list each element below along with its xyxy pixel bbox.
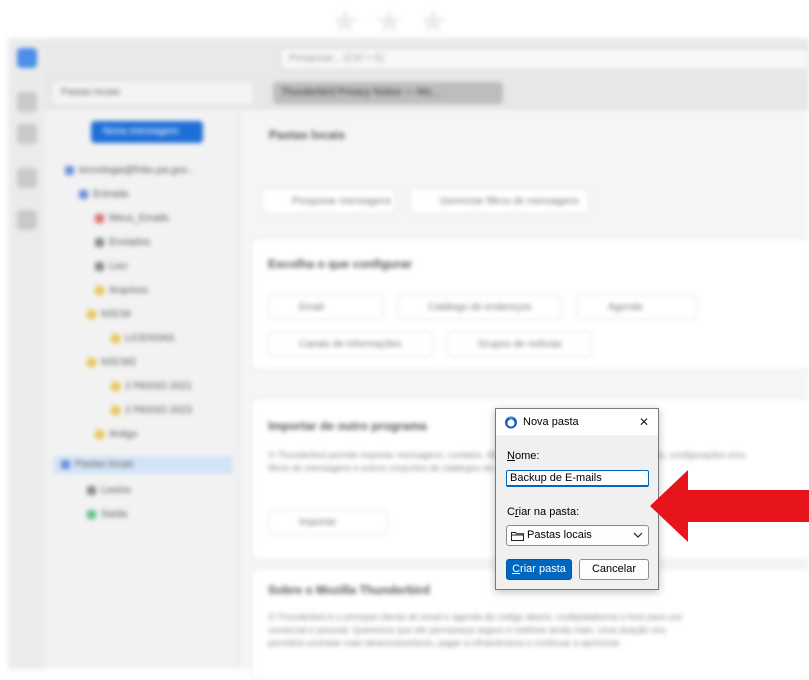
folder-item[interactable]: Arquivos: [95, 282, 148, 300]
tasks-space-icon[interactable]: [17, 168, 37, 188]
dialog-title-bar: Nova pasta ✕: [496, 409, 658, 435]
cancel-button[interactable]: Cancelar: [579, 559, 649, 580]
address-book-space-icon[interactable]: [17, 92, 37, 112]
mail-space-icon[interactable]: [17, 48, 37, 68]
folder-item[interactable]: Lixo: [95, 258, 127, 276]
folder-item[interactable]: Lixeira: [87, 482, 130, 500]
search-messages-button[interactable]: Pesquisar mensagens: [261, 188, 396, 214]
tab-local-folders[interactable]: Pastas locais: [53, 82, 253, 104]
watermark-stars: ★ ★ ★: [330, 3, 451, 41]
account-header-title: Pastas locais: [269, 128, 346, 142]
parent-folder-select[interactable]: Pastas locais: [506, 525, 649, 546]
folder-item[interactable]: NSCM2: [87, 354, 136, 372]
folder-item[interactable]: tecnologia@fnbu.pa.gov...: [65, 162, 195, 180]
setup-heading: Escolha o que configurar: [268, 257, 413, 271]
setup-address-book-button[interactable]: Catálogo de endereços: [397, 294, 562, 320]
calendar-space-icon[interactable]: [17, 124, 37, 144]
folder-pane: Nova mensagem tecnologia@fnbu.pa.gov... …: [45, 110, 239, 669]
tab-privacy-notice[interactable]: Thunderbird Privacy Notice — Mo...: [273, 82, 503, 104]
name-label: Nome:: [507, 450, 540, 462]
blurred-thunderbird-window: ★ ★ ★ Pesquisar... (Ctrl + K) Pastas loc…: [0, 0, 809, 680]
folder-item-selected[interactable]: Pastas locais: [53, 456, 233, 474]
setup-email-button[interactable]: Email: [268, 294, 383, 320]
folder-item[interactable]: LICENSAS: [111, 330, 174, 348]
new-folder-dialog: Nova pasta ✕ Nome: Criar na pasta: Pasta…: [495, 408, 659, 590]
chevron-down-icon: [633, 532, 643, 538]
setup-calendar-button[interactable]: Agenda: [577, 294, 697, 320]
parent-folder-value: Pastas locais: [527, 529, 592, 541]
dialog-title: Nova pasta: [523, 416, 579, 428]
folder-item[interactable]: Meus_Emails: [95, 210, 169, 228]
create-in-label: Criar na pasta:: [507, 506, 580, 518]
chat-space-icon[interactable]: [17, 210, 37, 230]
global-search-input[interactable]: Pesquisar... (Ctrl + K): [280, 48, 809, 70]
folder-item[interactable]: 2 PASSO 2021: [111, 378, 192, 396]
folder-item[interactable]: Entrada: [79, 186, 128, 204]
spaces-toolbar: [8, 38, 45, 669]
create-folder-button[interactable]: Criar pasta: [506, 559, 572, 580]
setup-feeds-button[interactable]: Canais de informações: [268, 331, 433, 357]
import-heading: Importar de outro programa: [268, 419, 427, 433]
red-arrow: [650, 470, 809, 542]
about-text: O Thunderbird é o principal cliente de e…: [268, 612, 683, 648]
folder-item[interactable]: NSCM: [87, 306, 130, 324]
new-message-button[interactable]: Nova mensagem: [91, 121, 203, 143]
top-band: ★ ★ ★: [0, 0, 809, 41]
setup-card: Escolha o que configurar Email Catálogo …: [251, 238, 809, 370]
folder-icon: [511, 532, 524, 541]
message-filters-button[interactable]: Gerenciar filtros de mensagens: [409, 188, 589, 214]
folder-item[interactable]: Saída: [87, 506, 127, 524]
folder-item[interactable]: 2 PASSO 2023: [111, 402, 192, 420]
folder-name-input[interactable]: [506, 470, 649, 487]
setup-newsgroups-button[interactable]: Grupos de notícias: [447, 331, 592, 357]
import-button[interactable]: Importar: [268, 509, 388, 535]
close-icon[interactable]: ✕: [635, 413, 653, 431]
thunderbird-icon: [505, 416, 517, 429]
tab-bar: Pastas locais Thunderbird Privacy Notice…: [45, 76, 809, 110]
folder-item[interactable]: Antigo: [95, 426, 137, 444]
about-heading: Sobre o Mozilla Thunderbird: [268, 583, 430, 597]
title-bar: Pesquisar... (Ctrl + K): [45, 38, 809, 76]
folder-item[interactable]: Enviados: [95, 234, 150, 252]
